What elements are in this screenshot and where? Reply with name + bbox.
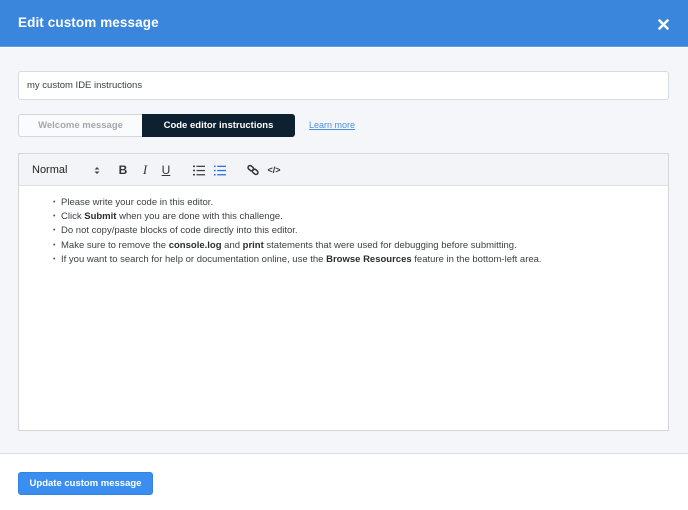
tab-welcome-message[interactable]: Welcome message — [18, 114, 142, 137]
bold-text: console.log — [168, 239, 222, 251]
message-type-tabs: Welcome message Code editor instructions — [18, 114, 295, 137]
rich-text-editor: Normal B I U </> • Please write your cod… — [18, 153, 669, 431]
tab-code-editor-instructions[interactable]: Code editor instructions — [142, 114, 295, 137]
link-icon — [247, 164, 259, 176]
modal-body: Welcome message Code editor instructions… — [0, 48, 688, 454]
instructions-list: Please write your code in this editor. C… — [53, 196, 668, 267]
underline-icon: U — [161, 163, 171, 177]
close-button[interactable] — [654, 15, 672, 33]
underline-button[interactable]: U — [160, 162, 172, 178]
bold-text: print — [242, 239, 264, 251]
list-item: If you want to search for help or docume… — [53, 253, 668, 267]
bullet-list-icon — [214, 165, 226, 175]
update-custom-message-button[interactable]: Update custom message — [18, 472, 153, 495]
format-select-value: Normal — [32, 164, 68, 176]
close-icon — [657, 18, 669, 30]
list-item: Click Submit when you are done with this… — [53, 210, 668, 224]
bold-button[interactable]: B — [117, 162, 129, 178]
link-button[interactable] — [246, 162, 260, 178]
ordered-list-button[interactable] — [192, 162, 206, 178]
format-select[interactable]: Normal — [32, 162, 100, 178]
modal-title: Edit custom message — [18, 15, 159, 30]
editor-toolbar: Normal B I U </> — [19, 154, 668, 186]
bold-text: Browse Resources — [326, 253, 412, 265]
message-name-input[interactable] — [18, 71, 669, 100]
bold-icon: B — [118, 163, 128, 177]
bold-text: Submit — [84, 211, 117, 223]
select-arrows-icon — [94, 166, 100, 174]
learn-more-link[interactable]: Learn more — [309, 120, 355, 130]
italic-button[interactable]: I — [139, 162, 151, 178]
list-item: Do not copy/paste blocks of code directl… — [53, 224, 668, 238]
italic-icon: I — [142, 162, 148, 177]
list-item: Make sure to remove the console.log and … — [53, 239, 668, 253]
code-icon: </> — [267, 165, 281, 175]
modal-footer: Update custom message — [0, 455, 688, 510]
modal-header: Edit custom message — [0, 0, 688, 47]
edit-custom-message-modal: Edit custom message Welcome message Code… — [0, 0, 688, 510]
editor-content[interactable]: Please write your code in this editor. C… — [19, 187, 668, 267]
list-item: Please write your code in this editor. — [53, 196, 668, 210]
code-button[interactable]: </> — [267, 162, 281, 178]
ordered-list-icon — [193, 165, 205, 175]
bullet-list-button[interactable] — [213, 162, 227, 178]
